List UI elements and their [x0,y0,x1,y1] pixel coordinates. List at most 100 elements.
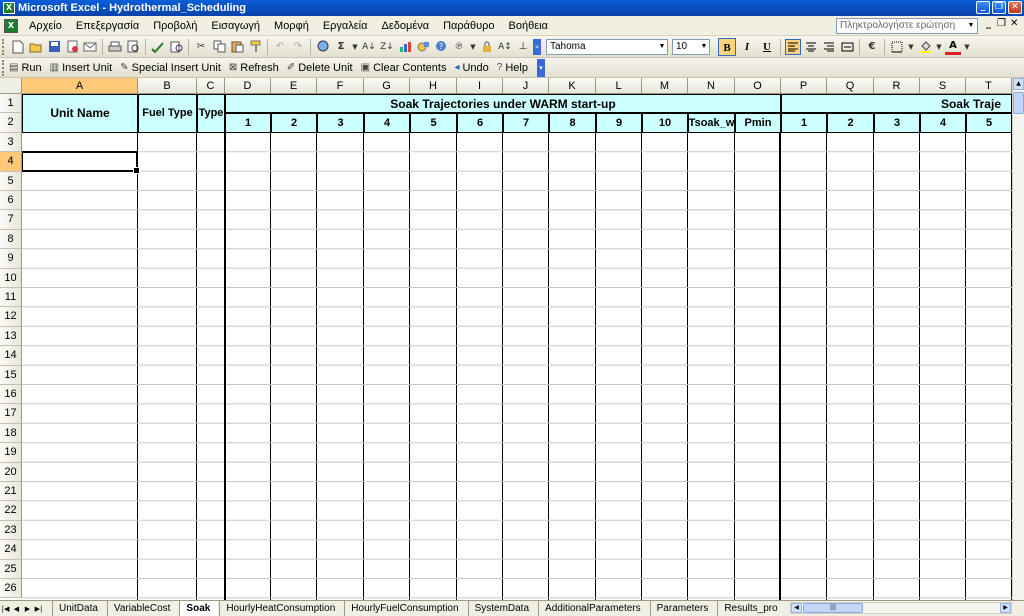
delete-unit-button[interactable]: ✐ Delete Unit [287,62,353,74]
warm-subheader-12[interactable]: Pmin [735,113,781,133]
horizontal-scroll-thumb[interactable]: ||| [803,603,863,613]
row-header-17[interactable]: 17 [0,404,22,424]
row-header-1[interactable]: 1 [0,94,22,114]
row-header-11[interactable]: 11 [0,288,22,308]
italic-button[interactable]: I [738,38,756,56]
warm-subheader-5[interactable]: 5 [410,113,457,133]
column-header-p[interactable]: P [781,78,827,94]
column-header-o[interactable]: O [735,78,781,94]
lock-icon[interactable] [479,39,495,55]
menu-help[interactable]: Βοήθεια [502,16,555,36]
row-header-6[interactable]: 6 [0,191,22,211]
column-header-d[interactable]: D [225,78,271,94]
row-header-26[interactable]: 26 [0,579,22,599]
column-header-b[interactable]: B [138,78,197,94]
toolbar-options-icon[interactable]: ▾ [536,58,545,77]
paste-icon[interactable] [229,39,245,55]
close-button[interactable]: ✕ [1008,1,1022,14]
hot-subheader-2[interactable]: 2 [827,113,874,133]
column-header-h[interactable]: H [410,78,457,94]
row-header-24[interactable]: 24 [0,540,22,560]
cut-icon[interactable]: ✂ [193,39,209,55]
first-sheet-icon[interactable]: |◀ [0,605,11,613]
menu-data[interactable]: Δεδομένα [375,16,437,36]
sheet-tab-results-pro[interactable]: Results_pro [717,601,785,616]
hot-subheader-1[interactable]: 1 [781,113,827,133]
sheet-tab-unitdata[interactable]: UnitData [52,601,106,616]
warm-subheader-3[interactable]: 3 [317,113,364,133]
minimize-button[interactable]: _ [976,1,990,14]
sheet-tab-hourlyfuelconsumption[interactable]: HourlyFuelConsumption [344,601,466,616]
doc-close-button[interactable]: ✕ [1010,18,1018,29]
new-icon[interactable] [10,39,26,55]
column-header-r[interactable]: R [874,78,920,94]
doc-minimize-button[interactable]: _ [986,18,991,29]
chevron-down-icon[interactable]: ▼ [966,20,976,32]
sheet-tab-additionalparameters[interactable]: AdditionalParameters [538,601,649,616]
prev-sheet-icon[interactable]: ◀ [11,605,22,613]
menu-view[interactable]: Προβολή [146,16,204,36]
align-center-icon[interactable] [803,39,819,55]
ask-question-box[interactable]: Πληκτρολογήστε ερώτηση ▼ [836,18,978,34]
column-header-j[interactable]: J [503,78,549,94]
redo-icon[interactable]: ↷ [290,39,306,55]
toolbar-grip[interactable] [2,59,6,76]
warm-subheader-9[interactable]: 9 [596,113,642,133]
scroll-left-icon[interactable]: ◀ [791,603,802,613]
header-fuel-type[interactable]: Fuel Type [138,94,197,133]
column-header-t[interactable]: T [966,78,1012,94]
spelling-icon[interactable] [150,39,166,55]
restore-button[interactable]: ❐ [992,1,1006,14]
euro-icon[interactable]: € [864,39,880,55]
column-header-k[interactable]: K [549,78,596,94]
print-icon[interactable] [107,39,123,55]
column-header-l[interactable]: L [596,78,642,94]
warm-subheader-1[interactable]: 1 [225,113,271,133]
warm-subheader-8[interactable]: 8 [549,113,596,133]
merge-center-icon[interactable] [839,39,855,55]
header-hot-soak-group[interactable]: Soak Traje [781,94,1012,114]
header-unit-name[interactable]: Unit Name [22,94,138,133]
align-left-icon[interactable] [785,38,801,55]
column-header-a[interactable]: A [22,78,138,94]
warm-subheader-7[interactable]: 7 [503,113,549,133]
select-all-corner[interactable] [0,78,22,94]
column-header-q[interactable]: Q [827,78,874,94]
underline-button[interactable]: U [758,38,776,56]
fill-color-icon[interactable] [917,39,933,55]
align-right-icon[interactable] [821,39,837,55]
row-header-25[interactable]: 25 [0,559,22,579]
row-header-15[interactable]: 15 [0,365,22,385]
row-header-21[interactable]: 21 [0,482,22,502]
last-sheet-icon[interactable]: ▶| [33,605,44,613]
column-header-m[interactable]: M [642,78,688,94]
sheet-tab-variablecost[interactable]: VariableCost [106,601,179,616]
sort-icon[interactable]: A↕ [497,39,513,55]
row-header-20[interactable]: 20 [0,462,22,482]
row-header-22[interactable]: 22 [0,501,22,521]
help-button[interactable]: ? Help [497,62,528,74]
row-header-3[interactable]: 3 [0,132,22,153]
open-icon[interactable] [28,39,44,55]
menu-file[interactable]: Αρχείο [22,16,69,36]
chevron-down-icon[interactable]: ▼ [469,39,477,55]
menu-insert[interactable]: Εισαγωγή [204,16,267,36]
row-header-4[interactable]: 4 [0,152,22,172]
row-header-19[interactable]: 19 [0,443,22,463]
border-icon[interactable]: ⊥ [515,39,531,55]
row-header-18[interactable]: 18 [0,423,22,444]
sheet-tab-parameters[interactable]: Parameters [649,601,717,616]
column-header-n[interactable]: N [688,78,735,94]
hot-subheader-5[interactable]: 5 [966,113,1012,133]
copy-icon[interactable] [211,39,227,55]
chart-wizard-icon[interactable] [397,39,413,55]
horizontal-scrollbar[interactable]: ◀ ||| ▶ [790,602,1012,614]
worksheet-grid[interactable]: Unit Name Fuel Type Type Soak Trajectori… [22,94,1012,600]
warm-subheader-11[interactable]: Tsoak_w [688,113,735,133]
chevron-down-icon[interactable]: ▼ [907,39,915,55]
hot-subheader-3[interactable]: 3 [874,113,920,133]
row-header-8[interactable]: 8 [0,229,22,250]
insert-unit-button[interactable]: ▥ Insert Unit [50,62,113,74]
run-button[interactable]: ▤ Run [9,62,42,74]
decimal-icon[interactable]: ℗ [451,39,467,55]
